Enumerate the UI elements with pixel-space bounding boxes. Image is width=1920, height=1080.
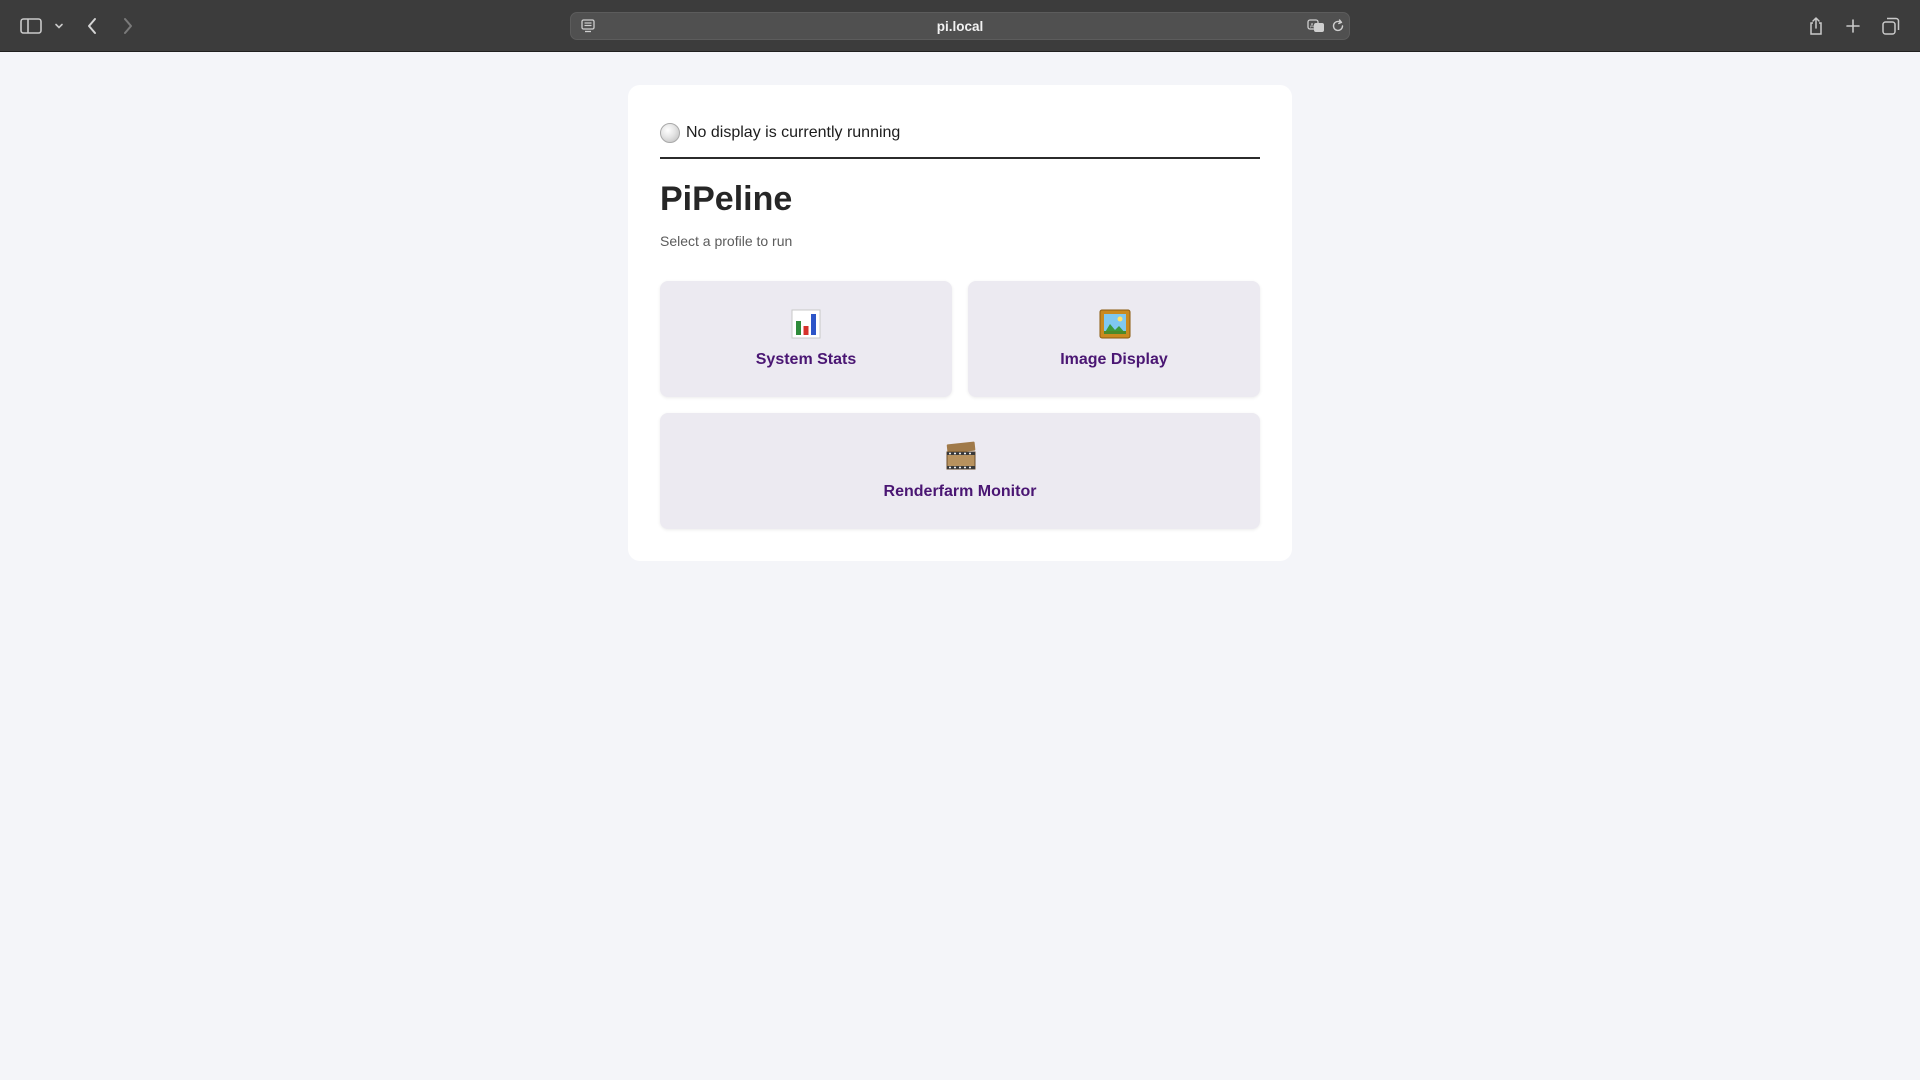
new-tab-icon[interactable] <box>1843 12 1863 40</box>
profile-tile-system-stats[interactable]: System Stats <box>660 281 952 397</box>
status-text: No display is currently running <box>686 124 901 141</box>
profile-label: System Stats <box>755 351 857 368</box>
status-indicator-icon <box>660 123 680 143</box>
sidebar-toggle-icon[interactable] <box>18 12 44 40</box>
reload-icon[interactable] <box>1331 19 1345 38</box>
address-url[interactable]: pi.local <box>571 13 1349 41</box>
profile-label: Image Display <box>1060 351 1168 368</box>
tab-overview-icon[interactable] <box>1880 12 1902 40</box>
translate-icon[interactable]: A <box>1307 19 1325 38</box>
address-bar[interactable]: pi.local A <box>570 12 1350 40</box>
back-icon[interactable] <box>82 12 102 40</box>
profile-tile-renderfarm-monitor[interactable]: Renderfarm Monitor <box>660 413 1260 529</box>
film-frames-icon <box>945 441 976 471</box>
browser-toolbar: pi.local A <box>0 0 1920 52</box>
share-icon[interactable] <box>1806 12 1826 40</box>
chevron-down-icon[interactable] <box>52 12 66 40</box>
framed-picture-icon <box>1099 309 1131 339</box>
bar-chart-icon <box>791 309 821 339</box>
divider <box>660 157 1260 159</box>
forward-icon[interactable] <box>118 12 138 40</box>
page-subtitle: Select a profile to run <box>660 233 793 249</box>
page-title: PiPeline <box>660 180 793 218</box>
profile-tile-image-display[interactable]: Image Display <box>968 281 1260 397</box>
profile-label: Renderfarm Monitor <box>883 483 1037 500</box>
profile-card: No display is currently running PiPeline… <box>628 85 1292 561</box>
display-status: No display is currently running <box>660 120 900 146</box>
